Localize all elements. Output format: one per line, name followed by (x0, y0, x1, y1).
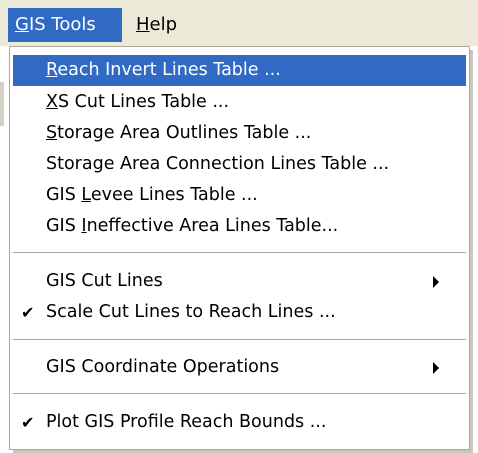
menu-item-label: XS Cut Lines Table ... (46, 92, 230, 112)
window-edge (0, 82, 4, 126)
menu-item-label: GIS Coordinate Operations (46, 357, 280, 377)
gis-tools-dropdown-menu: Reach Invert Lines Table ... XS Cut Line… (9, 46, 470, 450)
menu-item-label: Storage Area Outlines Table ... (46, 123, 312, 143)
menu-item-label: GIS Cut Lines (46, 271, 163, 291)
menu-item-plot-gis-profile-reach-bounds[interactable]: ✔ Plot GIS Profile Reach Bounds ... (13, 407, 466, 438)
menu-item-storage-area-outlines-table[interactable]: Storage Area Outlines Table ... (13, 118, 466, 149)
dropdown-shadow (470, 50, 473, 452)
checkmark-icon: ✔ (21, 303, 35, 322)
menu-item-reach-invert-lines-table[interactable]: Reach Invert Lines Table ... (13, 55, 466, 86)
menu-separator (13, 339, 466, 340)
menu-item-label: Storage Area Connection Lines Table ... (46, 154, 390, 174)
menu-item-scale-cut-lines-to-reach-lines[interactable]: ✔ Scale Cut Lines to Reach Lines ... (13, 297, 466, 328)
menu-help-accel: H (136, 14, 150, 35)
checkmark-icon: ✔ (21, 413, 35, 432)
menu-item-gis-coordinate-operations[interactable]: GIS Coordinate Operations (13, 352, 466, 383)
menu-item-label: Reach Invert Lines Table ... (46, 60, 281, 80)
menu-help[interactable]: Help (126, 8, 186, 42)
menu-item-storage-area-connection-lines-table[interactable]: Storage Area Connection Lines Table ... (13, 149, 466, 180)
menu-item-label: Scale Cut Lines to Reach Lines ... (46, 302, 336, 322)
menu-item-label: GIS Ineffective Area Lines Table... (46, 216, 339, 236)
menu-item-gis-ineffective-area-lines-table[interactable]: GIS Ineffective Area Lines Table... (13, 211, 466, 242)
submenu-arrow-icon (433, 276, 439, 288)
menu-item-label: Plot GIS Profile Reach Bounds ... (46, 412, 327, 432)
menu-bar: GIS Tools Help (0, 0, 478, 46)
menu-item-gis-levee-lines-table[interactable]: GIS Levee Lines Table ... (13, 180, 466, 211)
menu-item-gis-cut-lines[interactable]: GIS Cut Lines (13, 266, 466, 297)
submenu-arrow-icon (433, 362, 439, 374)
menu-separator (13, 252, 466, 253)
menu-item-xs-cut-lines-table[interactable]: XS Cut Lines Table ... (13, 87, 466, 118)
menu-separator (13, 393, 466, 394)
menu-gis-tools[interactable]: GIS Tools (8, 8, 122, 42)
menu-gis-tools-accel: G (15, 14, 29, 35)
menu-item-label: GIS Levee Lines Table ... (46, 185, 258, 205)
